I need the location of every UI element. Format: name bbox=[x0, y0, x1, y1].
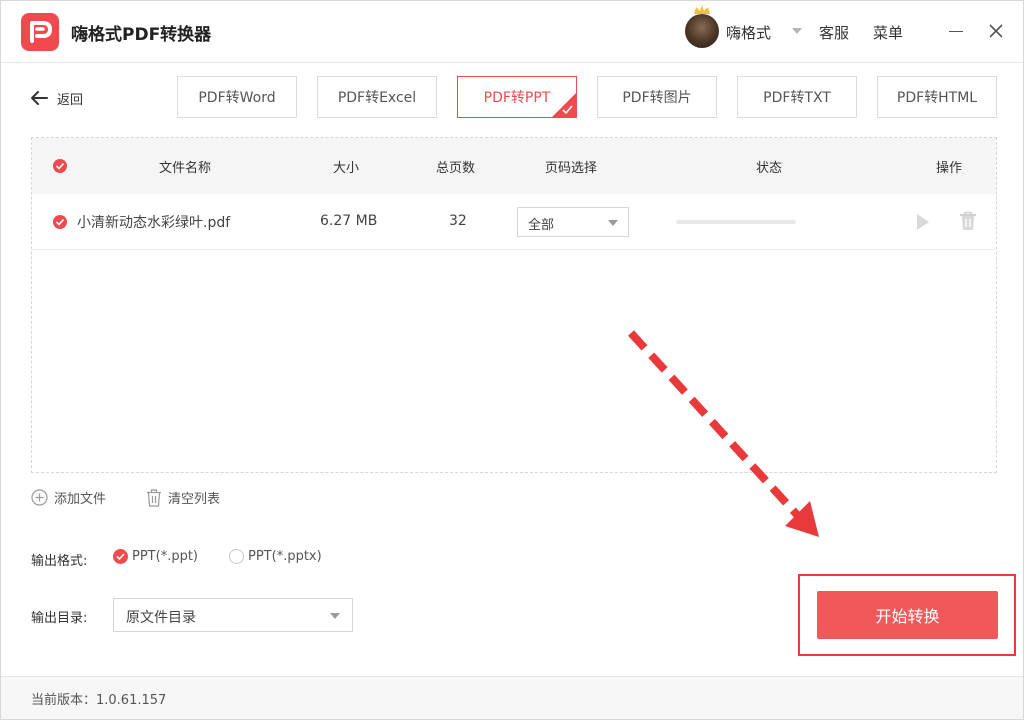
username[interactable]: 嗨格式 bbox=[726, 22, 771, 43]
file-table: 文件名称 大小 总页数 页码选择 状态 操作 小清新动态水彩绿叶.pdf 6.2… bbox=[31, 137, 997, 473]
format-option-label: PPT(*.ppt) bbox=[132, 549, 198, 564]
tab-label: PDF转Excel bbox=[337, 90, 417, 106]
col-header-size: 大小 bbox=[333, 161, 360, 176]
title-bar: 嗨格式PDF转换器 嗨格式 客服 菜单 bbox=[1, 1, 1023, 63]
chevron-down-icon bbox=[608, 220, 618, 226]
radio-unchecked-icon bbox=[229, 549, 244, 564]
output-dir-label: 输出目录: bbox=[31, 611, 88, 626]
col-header-status: 状态 bbox=[756, 161, 783, 176]
trash-outline-icon bbox=[147, 488, 161, 507]
add-file-label: 添加文件 bbox=[54, 492, 107, 507]
app-window: 嗨格式PDF转换器 嗨格式 客服 菜单 返回 PDF转Word PDF转Exce… bbox=[0, 0, 1024, 720]
output-format-label: 输出格式: bbox=[31, 554, 88, 569]
close-icon[interactable] bbox=[986, 21, 1006, 41]
trash-icon[interactable] bbox=[959, 211, 977, 231]
tab-pdf-to-word[interactable]: PDF转Word bbox=[177, 76, 297, 118]
tab-pdf-to-ppt[interactable]: PDF转PPT bbox=[457, 76, 577, 118]
table-header: 文件名称 大小 总页数 页码选择 状态 操作 bbox=[32, 138, 996, 194]
col-header-actions: 操作 bbox=[936, 161, 963, 176]
customer-service-link[interactable]: 客服 bbox=[819, 22, 849, 43]
app-title: 嗨格式PDF转换器 bbox=[71, 25, 212, 45]
clear-list-label: 清空列表 bbox=[168, 492, 221, 507]
back-label: 返回 bbox=[57, 92, 84, 108]
avatar[interactable] bbox=[685, 14, 719, 48]
output-dir-value: 原文件目录 bbox=[126, 610, 196, 626]
add-file-button[interactable]: 添加文件 bbox=[31, 488, 106, 507]
select-all-checkbox[interactable] bbox=[53, 159, 67, 173]
file-name: 小清新动态水彩绿叶.pdf bbox=[77, 215, 231, 231]
tab-label: PDF转Word bbox=[198, 90, 276, 106]
tab-label: PDF转HTML bbox=[896, 90, 978, 106]
start-convert-button[interactable]: 开始转换 bbox=[817, 591, 998, 639]
page-range-value: 全部 bbox=[528, 218, 555, 233]
chevron-down-icon bbox=[330, 613, 340, 619]
conversion-progress-bar bbox=[676, 220, 796, 224]
version-text: 当前版本：1.0.61.157 bbox=[31, 693, 167, 708]
col-header-name: 文件名称 bbox=[159, 161, 212, 176]
back-button[interactable]: 返回 bbox=[29, 87, 83, 109]
radio-checked-icon bbox=[113, 549, 128, 564]
arrow-left-icon bbox=[31, 91, 48, 105]
menu-button[interactable]: 菜单 bbox=[873, 22, 903, 43]
app-logo-icon bbox=[21, 13, 59, 51]
table-row: 小清新动态水彩绿叶.pdf 6.27 MB 32 全部 bbox=[32, 194, 996, 250]
row-checkbox[interactable] bbox=[53, 215, 67, 229]
annotation-arrow-icon bbox=[628, 330, 819, 537]
page-count: 32 bbox=[449, 213, 467, 229]
tab-label: PDF转图片 bbox=[622, 90, 692, 106]
status-bar: 当前版本：1.0.61.157 bbox=[1, 676, 1023, 719]
selected-check-icon bbox=[552, 93, 576, 117]
user-dropdown-icon[interactable] bbox=[792, 28, 802, 34]
page-range-select[interactable]: 全部 bbox=[517, 207, 629, 237]
plus-circle-icon bbox=[31, 489, 48, 506]
col-header-pages: 总页数 bbox=[436, 161, 476, 176]
minimize-icon[interactable] bbox=[949, 31, 963, 32]
file-size: 6.27 MB bbox=[320, 213, 378, 229]
tab-label: PDF转TXT bbox=[763, 90, 831, 106]
format-option-ppt[interactable]: PPT(*.ppt) bbox=[113, 549, 198, 564]
col-header-page-select: 页码选择 bbox=[545, 161, 598, 176]
tab-pdf-to-excel[interactable]: PDF转Excel bbox=[317, 76, 437, 118]
clear-list-button[interactable]: 清空列表 bbox=[146, 488, 220, 507]
output-dir-select[interactable]: 原文件目录 bbox=[113, 598, 353, 632]
play-icon[interactable] bbox=[915, 212, 931, 232]
tab-label: PDF转PPT bbox=[483, 90, 551, 106]
format-option-pptx[interactable]: PPT(*.pptx) bbox=[229, 549, 322, 564]
format-option-label: PPT(*.pptx) bbox=[248, 549, 322, 564]
tab-pdf-to-image[interactable]: PDF转图片 bbox=[597, 76, 717, 118]
tab-pdf-to-html[interactable]: PDF转HTML bbox=[877, 76, 997, 118]
tab-pdf-to-txt[interactable]: PDF转TXT bbox=[737, 76, 857, 118]
start-convert-label: 开始转换 bbox=[875, 607, 940, 626]
